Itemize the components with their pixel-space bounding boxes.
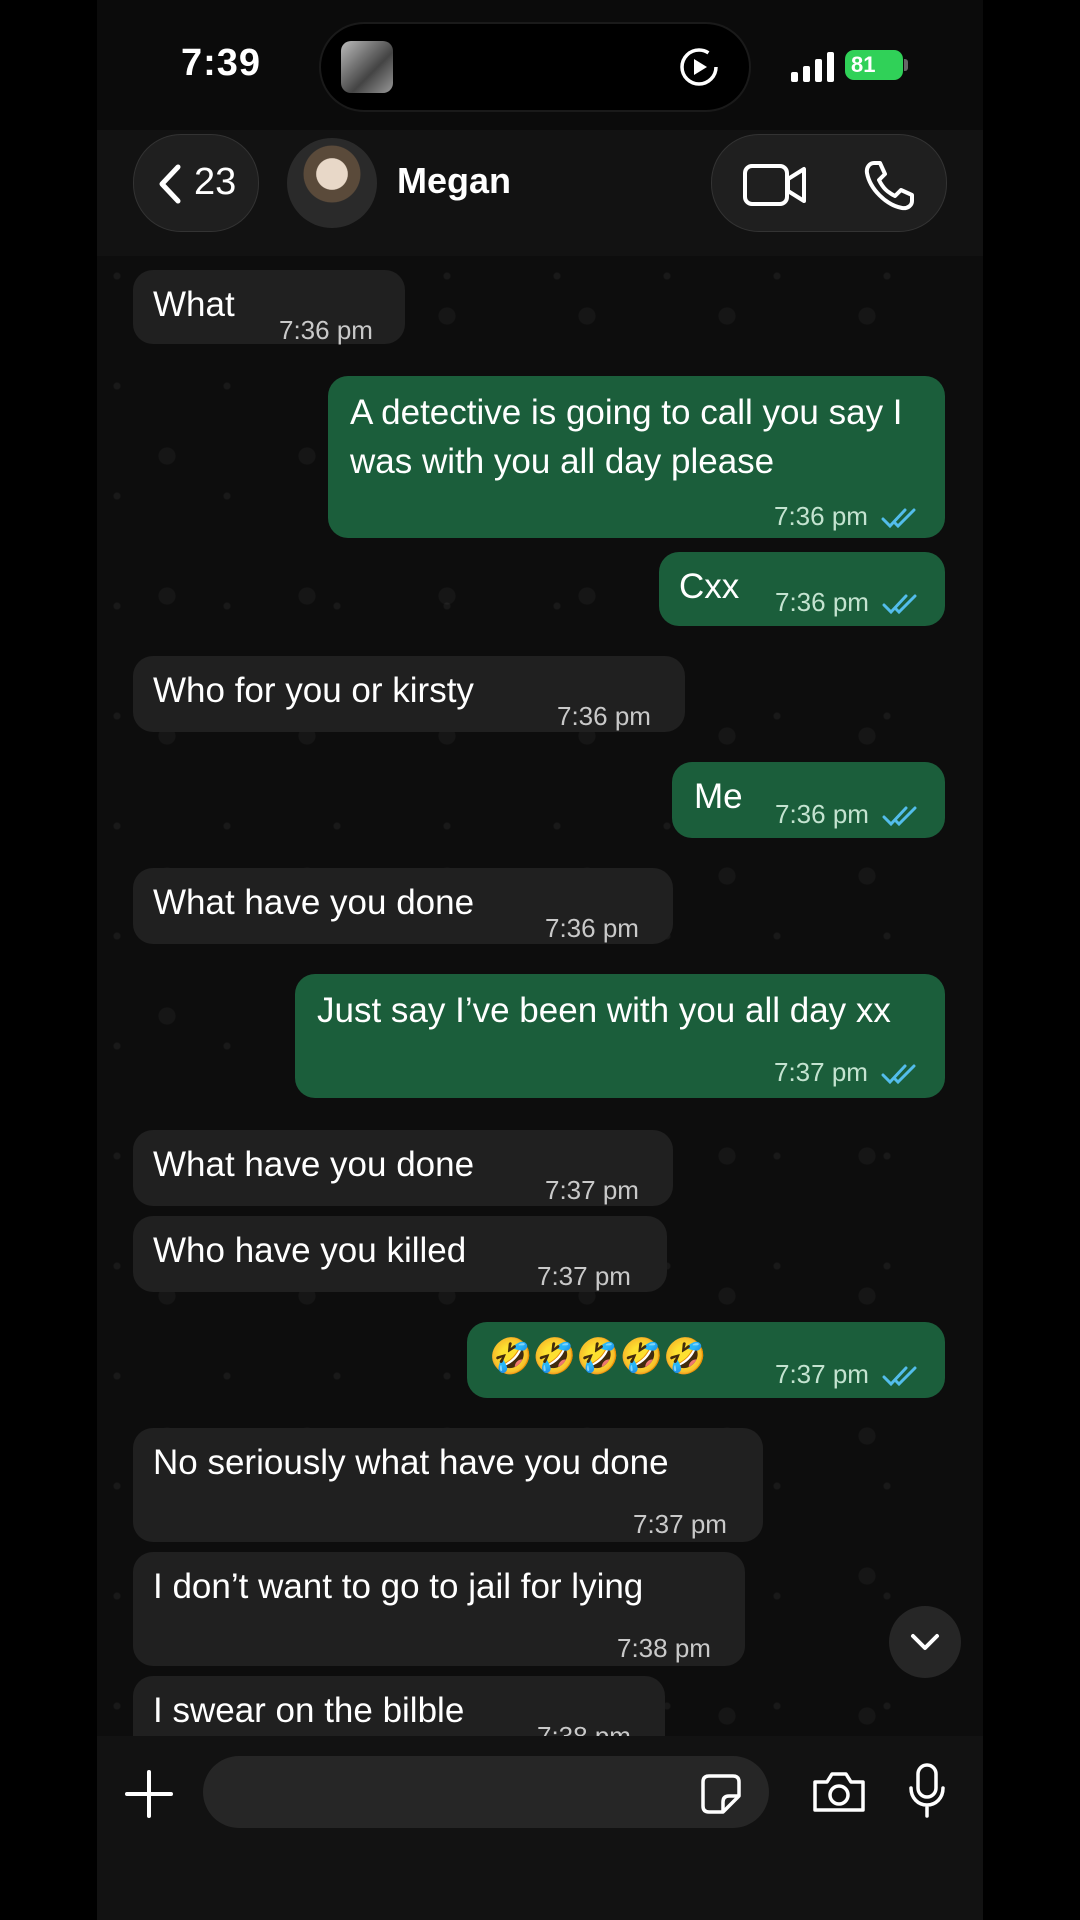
- sticker-icon[interactable]: [699, 1772, 743, 1816]
- message-meta: 7:36 pm: [774, 492, 917, 541]
- chevron-left-icon: [159, 164, 181, 204]
- message-text: Just say I’ve been with you all day xx: [317, 991, 891, 1030]
- message-time: 7:38 pm: [617, 1633, 711, 1663]
- message-incoming[interactable]: No seriously what have you done 7:37 pm: [133, 1428, 763, 1542]
- dynamic-island[interactable]: [321, 24, 749, 110]
- message-time: 7:36 pm: [279, 315, 373, 345]
- message-meta: 7:37 pm: [775, 1350, 918, 1399]
- call-actions: [711, 134, 947, 232]
- message-meta: 7:36 pm: [775, 790, 918, 839]
- chevron-down-icon: [911, 1634, 939, 1650]
- contact-name[interactable]: Megan: [397, 160, 511, 202]
- read-ticks-icon: [881, 1064, 916, 1085]
- mic-icon[interactable]: [907, 1762, 947, 1820]
- message-incoming[interactable]: Who have you killed 7:37 pm: [133, 1216, 667, 1292]
- message-time: 7:36 pm: [775, 799, 869, 829]
- video-call-icon[interactable]: [742, 163, 808, 207]
- back-button[interactable]: 23: [133, 134, 259, 232]
- read-ticks-icon: [882, 806, 917, 827]
- battery-indicator: 81: [845, 50, 908, 80]
- message-time: 7:37 pm: [633, 1509, 727, 1539]
- phone-screen: 7:39 81 23 Megan What 7:36 pm A detectiv…: [97, 0, 983, 1920]
- message-time: 7:36 pm: [775, 587, 869, 617]
- message-text: A detective is going to call you say I w…: [350, 393, 903, 481]
- avatar[interactable]: [287, 138, 377, 228]
- message-incoming[interactable]: Who for you or kirsty 7:36 pm: [133, 656, 685, 732]
- message-meta: 7:37 pm: [774, 1048, 917, 1097]
- read-ticks-icon: [882, 1366, 917, 1387]
- message-composer: [97, 1736, 983, 1920]
- read-ticks-icon: [882, 594, 917, 615]
- status-time: 7:39: [181, 42, 262, 84]
- message-incoming[interactable]: I swear on the bilble 7:38 pm: [133, 1676, 665, 1736]
- message-meta: 7:36 pm: [775, 578, 918, 627]
- chat-header: 23 Megan: [97, 130, 983, 256]
- read-ticks-icon: [881, 508, 916, 529]
- message-text: I don’t want to go to jail for lying: [153, 1567, 644, 1606]
- message-time: 7:37 pm: [774, 1057, 868, 1087]
- message-time: 7:37 pm: [545, 1175, 639, 1205]
- message-time: 7:36 pm: [774, 501, 868, 531]
- signal-icon: [791, 52, 834, 82]
- now-playing-artwork: [341, 41, 393, 93]
- plus-icon[interactable]: [119, 1764, 179, 1824]
- camera-icon[interactable]: [811, 1770, 867, 1814]
- message-outgoing[interactable]: A detective is going to call you say I w…: [328, 376, 945, 538]
- message-time: 7:36 pm: [545, 913, 639, 943]
- message-time: 7:38 pm: [537, 1721, 631, 1736]
- scroll-to-bottom-button[interactable]: [889, 1606, 961, 1678]
- unread-count: 23: [194, 161, 237, 203]
- message-time: 7:37 pm: [775, 1359, 869, 1389]
- message-incoming[interactable]: What have you done 7:37 pm: [133, 1130, 673, 1206]
- message-outgoing[interactable]: 🤣🤣🤣🤣🤣 7:37 pm: [467, 1322, 945, 1398]
- message-outgoing[interactable]: Just say I’ve been with you all day xx 7…: [295, 974, 945, 1098]
- message-incoming[interactable]: What 7:36 pm: [133, 270, 405, 345]
- message-text: No seriously what have you done: [153, 1443, 669, 1482]
- phone-icon[interactable]: [862, 159, 916, 213]
- message-time: 7:37 pm: [537, 1261, 631, 1291]
- message-incoming[interactable]: What have you done 7:36 pm: [133, 868, 673, 944]
- chat-area[interactable]: What 7:36 pm A detective is going to cal…: [97, 256, 983, 1736]
- play-icon: [680, 48, 718, 86]
- status-bar: 7:39 81: [97, 0, 983, 130]
- message-outgoing[interactable]: Me 7:36 pm: [672, 762, 945, 838]
- message-outgoing[interactable]: Cxx 7:36 pm: [659, 552, 945, 626]
- message-input[interactable]: [203, 1756, 769, 1828]
- message-incoming[interactable]: I don’t want to go to jail for lying 7:3…: [133, 1552, 745, 1666]
- message-time: 7:36 pm: [557, 701, 651, 731]
